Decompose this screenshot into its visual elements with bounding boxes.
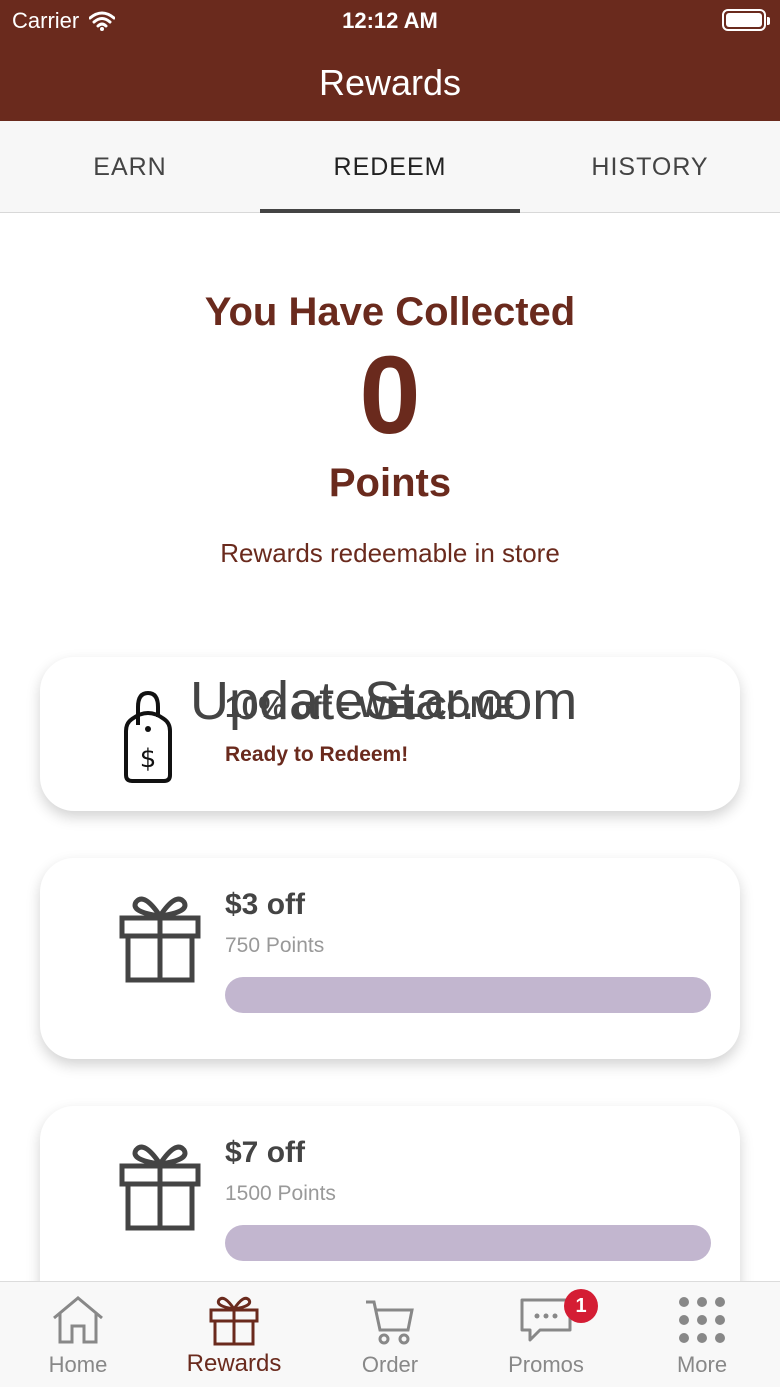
promos-badge: 1 [564,1289,598,1323]
gift-icon [209,1296,259,1346]
redeem-note: Rewards redeemable in store [220,538,560,568]
tab-history[interactable]: HISTORY [520,121,780,212]
nav-promos[interactable]: 1 Promos [468,1282,624,1387]
nav-order-label: Order [361,1352,419,1377]
tab-redeem[interactable]: REDEEM [260,121,520,213]
collected-heading: You Have Collected [204,290,576,334]
nav-rewards[interactable]: Rewards [156,1282,312,1387]
gift-icon [119,896,201,983]
nav-promos-label: Promos [508,1352,584,1377]
reward-card-3-off[interactable]: $3 off 750 Points [40,858,740,1059]
nav-rewards-label: Rewards [186,1350,282,1377]
points-summary: You Have Collected 0 Points Rewards rede… [0,290,780,569]
nav-more[interactable]: More [624,1282,780,1387]
svg-text:$: $ [140,744,157,774]
status-time: 12:12 AM [342,8,438,33]
reward-title: $3 off [225,888,306,921]
points-value: 0 [359,334,421,457]
nav-home-label: Home [48,1352,108,1377]
nav-more-label: More [676,1352,728,1377]
page-title: Rewards [318,62,462,103]
gift-icon [119,1144,201,1231]
reward-points: 1500 Points [225,1182,336,1205]
reward-status: Ready to Redeem! [225,743,409,766]
reward-title: $7 off [225,1136,306,1169]
cart-icon [366,1300,414,1345]
nav-order[interactable]: Order [312,1282,468,1387]
battery-icon [722,9,770,31]
reward-points: 750 Points [225,934,325,957]
reward-progress-bar [225,1225,711,1261]
watermark: UpdateStar.com [190,671,578,731]
nav-home[interactable]: Home [0,1282,156,1387]
points-label: Points [328,461,452,505]
tab-earn[interactable]: EARN [0,121,260,212]
status-bar: Carrier 12:12 AM [0,0,780,40]
reward-progress-bar [225,977,711,1013]
grid-icon [679,1297,725,1343]
bottom-nav: Home Rewards Order 1 Promos More [0,1281,780,1387]
home-icon [53,1296,103,1344]
app-header: Carrier 12:12 AM Rewards [0,0,780,121]
tab-bar: EARN REDEEM HISTORY [0,121,780,213]
price-tag-icon: $ [124,690,172,783]
